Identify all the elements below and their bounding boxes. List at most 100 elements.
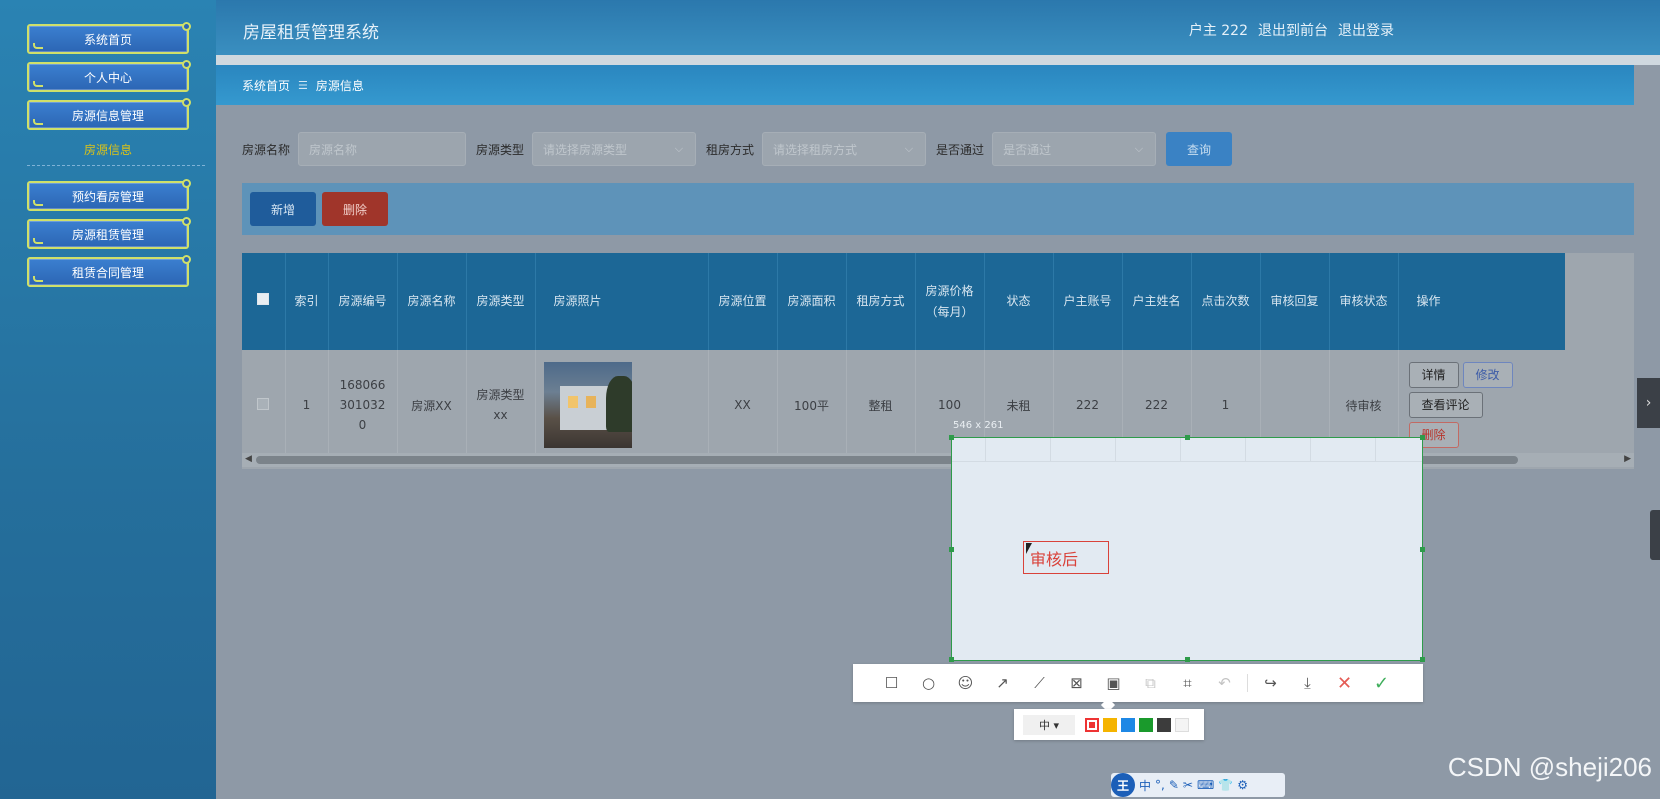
selection-size-label: 546 x 261	[953, 420, 1004, 431]
resize-handle[interactable]	[1420, 547, 1425, 552]
color-palette: 中 ▾	[1014, 709, 1204, 740]
ornament-icon	[33, 43, 43, 49]
gear-icon[interactable]: ⚙	[1237, 778, 1248, 792]
select-all-header[interactable]	[242, 253, 286, 350]
keyboard-icon[interactable]: ⌨	[1197, 778, 1214, 792]
color-swatch-blue[interactable]	[1121, 717, 1135, 732]
ornament-icon	[33, 81, 43, 87]
nav-lease-management[interactable]: 房源租赁管理	[27, 217, 191, 249]
grid-line	[1180, 438, 1181, 462]
pin-tool-icon[interactable]: ⧉	[1132, 664, 1169, 702]
resize-handle[interactable]	[1185, 435, 1190, 440]
detail-button[interactable]: 详情	[1408, 362, 1459, 388]
delete-button[interactable]: 删除	[322, 192, 388, 226]
arrow-tool-icon[interactable]: ↗	[984, 664, 1021, 702]
side-panel-toggle[interactable]: ›	[1637, 378, 1660, 428]
nav-viewing-appointment[interactable]: 预约看房管理	[27, 179, 191, 211]
capture-selection[interactable]: 审核后	[949, 435, 1425, 662]
ime-mode[interactable]: 中	[1139, 777, 1151, 794]
grid-line	[985, 438, 986, 462]
resize-handle[interactable]	[1420, 657, 1425, 662]
add-button[interactable]: 新增	[250, 192, 316, 226]
nav-system-home[interactable]: 系统首页	[27, 22, 191, 54]
scroll-right-icon[interactable]: ▶	[1624, 454, 1631, 464]
col-audit: 审核状态	[1329, 253, 1399, 350]
select-all-checkbox[interactable]	[257, 293, 270, 305]
scissors-icon[interactable]: ✂	[1183, 778, 1193, 792]
color-swatch-red[interactable]	[1085, 717, 1099, 732]
query-button[interactable]: 查询	[1166, 132, 1233, 166]
mosaic-tool-icon[interactable]: ⊠	[1058, 664, 1095, 702]
resize-handle[interactable]	[949, 547, 954, 552]
text-tool-icon[interactable]: ▣	[1095, 664, 1132, 702]
ime-toolbar: 王 中 °, ✎ ✂ ⌨ 👕 ⚙	[1111, 773, 1285, 797]
mode-placeholder: 请选择租房方式	[773, 142, 858, 157]
row-checkbox[interactable]	[257, 397, 270, 410]
table-header-row: 索引 房源编号 房源名称 房源类型 房源照片 房源位置 房源面积 租房方式 房源…	[242, 253, 1565, 350]
view-comments-button[interactable]: 查看评论	[1408, 392, 1483, 418]
ocr-tool-icon[interactable]: ⌗	[1169, 664, 1206, 702]
cancel-icon[interactable]: ✕	[1326, 664, 1363, 702]
current-user: 户主 222	[1188, 23, 1248, 39]
ime-logo[interactable]: 王	[1111, 773, 1135, 797]
pass-select[interactable]: 是否通过 ⌵	[992, 132, 1157, 166]
line-tool-icon[interactable]: ⟋	[1021, 664, 1058, 702]
emoji-tool-icon[interactable]: ☺	[947, 664, 984, 702]
selection-grid	[952, 438, 1422, 462]
ornament-icon	[182, 60, 191, 69]
nav-house-management[interactable]: 房源信息管理	[27, 98, 191, 130]
logout-link[interactable]: 退出登录	[1338, 20, 1394, 40]
cell-area: 100平	[777, 350, 847, 460]
side-handle[interactable]	[1650, 510, 1660, 560]
nav-contract-management[interactable]: 租赁合同管理	[27, 255, 191, 287]
pen-icon[interactable]: ✎	[1169, 778, 1179, 792]
resize-handle[interactable]	[949, 435, 954, 440]
col-photo: 房源照片	[535, 253, 709, 350]
house-photo[interactable]	[543, 362, 632, 448]
house-table: 索引 房源编号 房源名称 房源类型 房源照片 房源位置 房源面积 租房方式 房源…	[242, 253, 1634, 469]
type-select[interactable]: 请选择房源类型 ⌵	[532, 132, 697, 166]
rectangle-tool-icon[interactable]: ☐	[873, 664, 910, 702]
front-link[interactable]: 退出到前台	[1258, 20, 1328, 40]
shirt-icon[interactable]: 👕	[1218, 778, 1233, 792]
ellipse-tool-icon[interactable]: ○	[910, 664, 947, 702]
color-swatch-yellow[interactable]	[1103, 717, 1117, 732]
nav-sub-house-info[interactable]: 房源信息	[27, 141, 189, 158]
col-code: 房源编号	[328, 253, 398, 350]
sidebar-divider	[27, 165, 205, 166]
horizontal-scrollbar[interactable]: ◀ ▶	[242, 453, 1634, 467]
edit-button[interactable]: 修改	[1462, 362, 1513, 388]
resize-handle[interactable]	[949, 657, 954, 662]
chevron-right-icon: ›	[1645, 395, 1652, 411]
breadcrumb-home[interactable]: 系统首页	[242, 77, 290, 94]
share-icon[interactable]: ↪	[1252, 664, 1289, 702]
breadcrumb-separator-icon: ☰	[298, 78, 308, 92]
resize-handle[interactable]	[1420, 435, 1425, 440]
name-label: 房源名称	[242, 142, 291, 157]
scroll-left-icon[interactable]: ◀	[245, 454, 252, 464]
grid-line	[1375, 438, 1376, 462]
chevron-down-icon: ⌵	[1134, 142, 1144, 155]
color-swatch-white[interactable]	[1175, 717, 1189, 732]
nav-personal-center[interactable]: 个人中心	[27, 60, 191, 92]
name-input[interactable]: 房源名称	[298, 132, 467, 166]
mode-select[interactable]: 请选择租房方式 ⌵	[762, 132, 927, 166]
toolbar-separator	[1247, 674, 1248, 692]
header-gap	[216, 55, 1660, 65]
nav-label: 系统首页	[83, 32, 132, 47]
punctuation-icon[interactable]: °,	[1155, 778, 1165, 792]
download-icon[interactable]: ⤓	[1289, 664, 1326, 702]
color-swatch-green[interactable]	[1139, 717, 1153, 732]
annotation-text-box[interactable]: 审核后	[1023, 541, 1109, 574]
breadcrumb-current: 房源信息	[315, 78, 364, 93]
cell-location: XX	[708, 350, 778, 460]
ornament-icon	[182, 217, 191, 226]
resize-handle[interactable]	[1185, 657, 1190, 662]
undo-icon[interactable]: ↶	[1206, 664, 1243, 702]
confirm-icon[interactable]: ✓	[1363, 664, 1400, 702]
grid-line	[1050, 438, 1051, 462]
ornament-icon	[33, 238, 43, 244]
font-size-select[interactable]: 中 ▾	[1023, 714, 1075, 735]
color-swatch-dark[interactable]	[1157, 717, 1171, 732]
chevron-down-icon: ⌵	[904, 142, 914, 155]
